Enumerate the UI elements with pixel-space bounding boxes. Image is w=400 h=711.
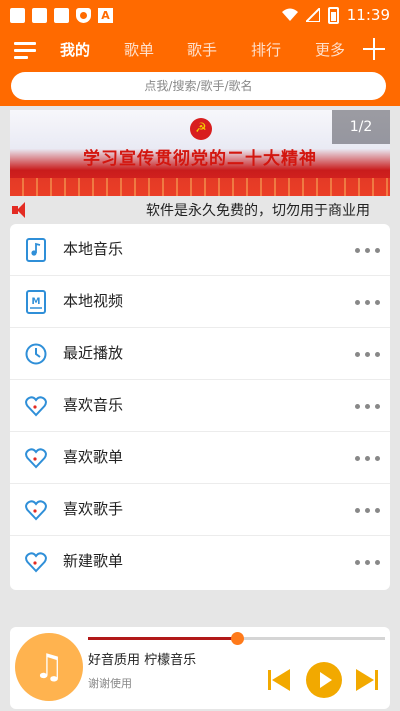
banner-page-indicator: 1/2	[332, 110, 390, 144]
list-item-local-video[interactable]: M 本地视频	[10, 276, 390, 328]
progress-thumb[interactable]	[230, 632, 244, 645]
list-item-label: 喜欢歌手	[63, 500, 124, 518]
notification-icon	[10, 7, 25, 23]
list-item-label: 新建歌单	[63, 552, 124, 570]
list-item-local-music[interactable]: 本地音乐	[10, 224, 390, 276]
banner-title: 学习宣传贯彻党的二十大精神	[83, 149, 317, 169]
list-item-label: 本地视频	[63, 292, 124, 310]
more-icon[interactable]	[355, 300, 381, 305]
list-item-new-playlist[interactable]: 新建歌单	[10, 536, 390, 588]
previous-icon[interactable]	[268, 667, 294, 693]
more-icon[interactable]	[355, 560, 381, 565]
list-item-liked-singers[interactable]: 喜欢歌手	[10, 484, 390, 536]
heart-icon	[25, 552, 47, 573]
notice-text: 软件是永久免费的，切勿用于商业用	[146, 203, 370, 219]
list-item-liked-music[interactable]: 喜欢音乐	[10, 380, 390, 432]
notification-icon	[32, 7, 47, 23]
music-note-icon: ♫	[33, 647, 65, 687]
heart-icon	[25, 396, 47, 417]
list-item-label: 最近播放	[63, 344, 124, 362]
list-item-label: 喜欢歌单	[63, 448, 124, 466]
wifi-icon	[281, 8, 298, 21]
list-item-liked-playlists[interactable]: 喜欢歌单	[10, 432, 390, 484]
more-icon[interactable]	[355, 508, 381, 513]
more-icon[interactable]	[355, 404, 381, 409]
play-icon[interactable]	[306, 662, 342, 698]
menu-icon[interactable]	[14, 40, 38, 60]
heart-icon	[25, 500, 47, 521]
party-emblem-icon: ☭	[190, 118, 212, 140]
more-icon[interactable]	[355, 248, 381, 253]
song-title: 好音质用 柠檬音乐	[88, 653, 197, 668]
signal-icon	[305, 8, 320, 22]
progress-bar[interactable]	[88, 632, 385, 645]
app-header: 我的 歌单 歌手 排行 更多 点我/搜索/歌手/歌名	[0, 30, 400, 106]
notification-letter-icon: A	[98, 7, 113, 23]
tab-mine[interactable]: 我的	[60, 39, 90, 60]
more-icon[interactable]	[355, 456, 381, 461]
list-item-label: 本地音乐	[63, 240, 124, 258]
status-bar: A 11:39	[0, 0, 400, 30]
progress-fill	[88, 637, 237, 640]
music-file-icon	[26, 238, 46, 262]
notice-marquee: 软件是永久免费的，切勿用于商业用	[0, 198, 400, 222]
promo-banner[interactable]: ☭ 学习宣传贯彻党的二十大精神 1/2	[10, 110, 390, 196]
clock-time: 11:39	[346, 6, 390, 24]
album-cover[interactable]: ♫	[15, 633, 83, 701]
banner-decoration	[10, 178, 390, 196]
speaker-icon	[12, 202, 28, 218]
search-input[interactable]: 点我/搜索/歌手/歌名	[11, 72, 386, 100]
tab-playlists[interactable]: 歌单	[124, 39, 154, 60]
next-icon[interactable]	[354, 667, 380, 693]
song-subtitle: 谢谢使用	[88, 677, 132, 690]
library-list: 本地音乐 M 本地视频 最近播放 喜欢音乐 喜欢歌单 喜欢歌手 新建歌单	[10, 224, 390, 590]
tab-singers[interactable]: 歌手	[187, 39, 217, 60]
heart-icon	[25, 448, 47, 469]
tab-more[interactable]: 更多	[315, 39, 345, 60]
svg-text:M: M	[32, 297, 41, 307]
list-item-recent-play[interactable]: 最近播放	[10, 328, 390, 380]
video-file-icon: M	[26, 290, 46, 314]
plus-icon[interactable]	[363, 38, 385, 60]
mini-player[interactable]: ♫ 好音质用 柠檬音乐 谢谢使用	[10, 627, 390, 709]
top-nav: 我的 歌单 歌手 排行 更多	[0, 30, 400, 68]
battery-icon	[327, 6, 339, 24]
more-icon[interactable]	[355, 352, 381, 357]
list-item-label: 喜欢音乐	[63, 396, 124, 414]
shield-icon	[76, 7, 91, 23]
clock-icon	[25, 343, 47, 365]
tab-charts[interactable]: 排行	[251, 39, 281, 60]
notification-icon	[54, 7, 69, 23]
